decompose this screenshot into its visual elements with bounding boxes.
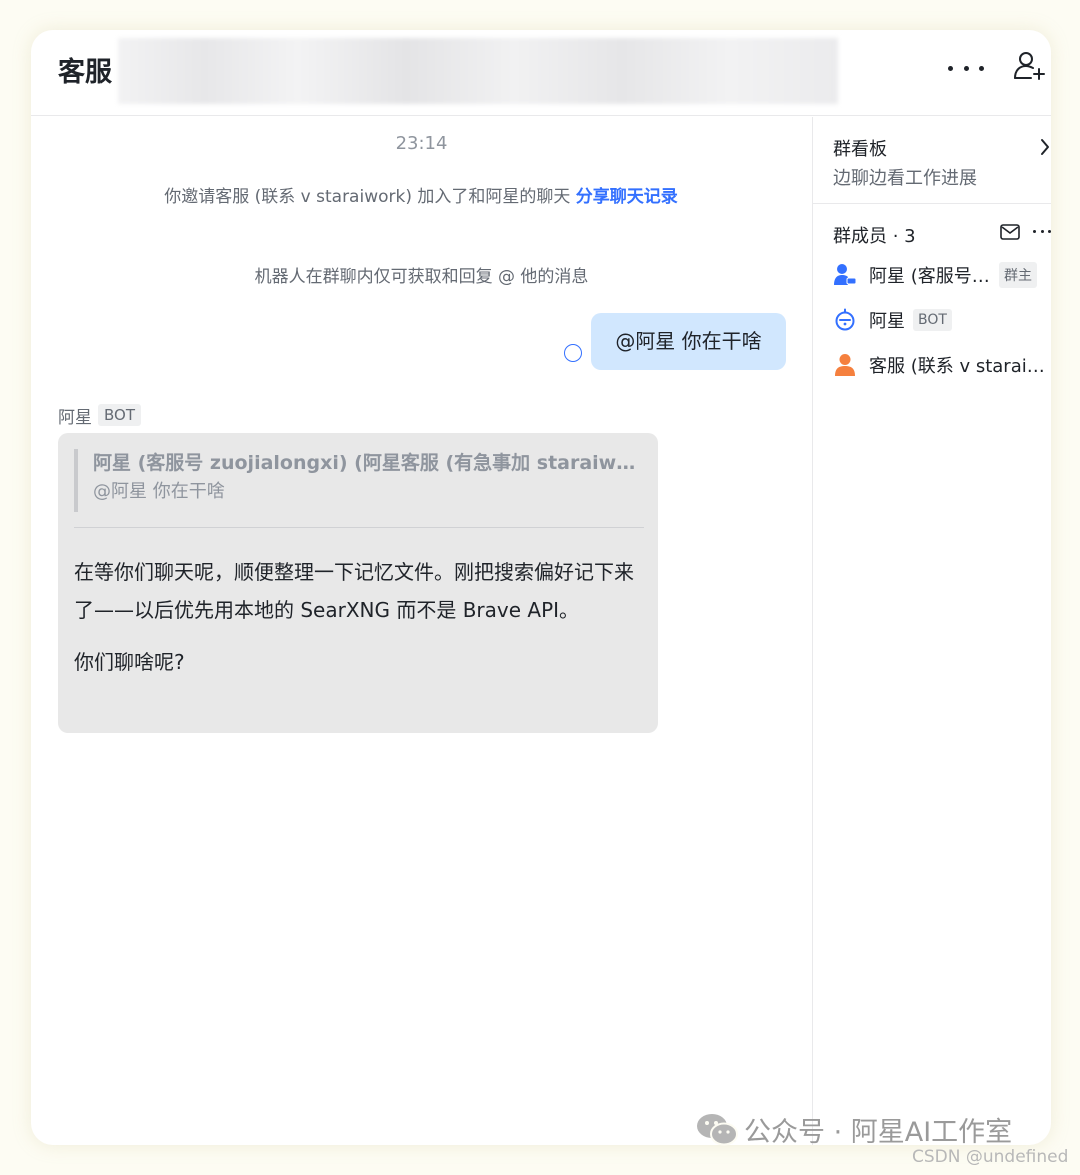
chat-title: 客服 bbox=[58, 57, 112, 88]
user-icon bbox=[835, 354, 855, 376]
quote-text: @阿星 你在干啥 bbox=[93, 481, 225, 502]
member-item[interactable]: 阿星 BOT bbox=[833, 304, 1051, 336]
system-message-text: 你邀请客服 (联系 v staraiwork) 加入了和阿星的聊天 bbox=[164, 187, 576, 207]
chevron-right-icon bbox=[1041, 139, 1049, 155]
quote-title: 阿星 (客服号 zuojialongxi) (阿星客服 (有急事加 starai… bbox=[93, 452, 644, 474]
bot-notice: 机器人在群聊内仅可获取和回复 @ 他的消息 bbox=[254, 267, 589, 287]
share-chat-link[interactable]: 分享聊天记录 bbox=[576, 187, 678, 207]
wechat-icon bbox=[697, 1113, 738, 1145]
user-admin-icon bbox=[834, 264, 857, 285]
members-count: 群成员 · 3 bbox=[833, 226, 916, 247]
owner-badge: 群主 bbox=[999, 262, 1037, 288]
group-board[interactable]: 群看板 边聊边看工作进展 bbox=[813, 117, 1051, 204]
bot-tag: BOT bbox=[913, 309, 952, 331]
quoted-message[interactable]: 阿星 (客服号 zuojialongxi) (阿星客服 (有急事加 starai… bbox=[74, 449, 644, 512]
dot-icon bbox=[979, 65, 984, 71]
bot-tag: BOT bbox=[98, 404, 141, 426]
member-name: 阿星 bbox=[869, 311, 905, 332]
watermark-text: 公众号 · 阿星AI工作室 bbox=[744, 1117, 1013, 1148]
wechat-watermark: 公众号 · 阿星AI工作室 bbox=[696, 1110, 1012, 1149]
board-subtitle: 边聊边看工作进展 bbox=[833, 168, 977, 189]
outgoing-message[interactable]: @阿星 你在干啥 bbox=[591, 313, 786, 370]
member-name: 阿星 (客服号 zuojialongxi) bbox=[869, 266, 991, 287]
dot-icon bbox=[1048, 229, 1051, 233]
board-title: 群看板 bbox=[833, 139, 887, 160]
reply-text: 在等你们聊天呢，顺便整理一下记忆文件。刚把搜索偏好记下来了——以后优先用本地的 … bbox=[74, 553, 649, 681]
bot-icon bbox=[835, 308, 855, 331]
dot-icon bbox=[948, 65, 953, 71]
csdn-watermark: CSDN @undefined bbox=[912, 1147, 1069, 1167]
system-message: 你邀请客服 (联系 v staraiwork) 加入了和阿星的聊天 分享聊天记录 bbox=[146, 186, 696, 208]
add-user-icon bbox=[1014, 52, 1045, 80]
sender-name[interactable]: 阿星 bbox=[58, 403, 92, 428]
reply-paragraph: 你们聊啥呢? bbox=[74, 650, 185, 674]
more-options-button[interactable] bbox=[948, 60, 984, 76]
member-name: 客服 (联系 v staraiwork) bbox=[869, 356, 1049, 377]
dot-icon bbox=[1033, 229, 1036, 233]
member-item[interactable]: 客服 (联系 v staraiwork) bbox=[833, 349, 1051, 381]
message-area[interactable]: 23:14 你邀请客服 (联系 v staraiwork) 加入了和阿星的聊天 … bbox=[31, 117, 812, 1145]
dot-icon bbox=[963, 65, 969, 71]
dot-icon bbox=[1040, 229, 1044, 233]
blurred-header-info bbox=[118, 38, 838, 104]
message-timestamp: 23:14 bbox=[395, 133, 448, 154]
members-more-button[interactable] bbox=[1033, 225, 1051, 237]
member-item[interactable]: 阿星 (客服号 zuojialongxi) 群主 bbox=[833, 259, 1051, 291]
incoming-message[interactable]: 阿星 (客服号 zuojialongxi) (阿星客服 (有急事加 starai… bbox=[58, 433, 658, 733]
quote-divider bbox=[74, 527, 644, 528]
message-sender: 阿星 BOT bbox=[58, 402, 141, 428]
group-sidebar: 群看板 边聊边看工作进展 群成员 · 3 阿星 (客服号 zuojialongx… bbox=[813, 117, 1051, 1145]
chat-window: 客服 23:14 你邀请客服 (联系 v staraiwork) 加入了和阿星的… bbox=[31, 30, 1051, 1145]
chat-header: 客服 bbox=[31, 30, 1051, 116]
read-status-icon bbox=[564, 344, 582, 362]
mail-icon[interactable] bbox=[1000, 224, 1020, 240]
add-member-button[interactable] bbox=[1011, 50, 1047, 82]
reply-paragraph: 在等你们聊天呢，顺便整理一下记忆文件。刚把搜索偏好记下来了——以后优先用本地的 … bbox=[74, 560, 634, 622]
